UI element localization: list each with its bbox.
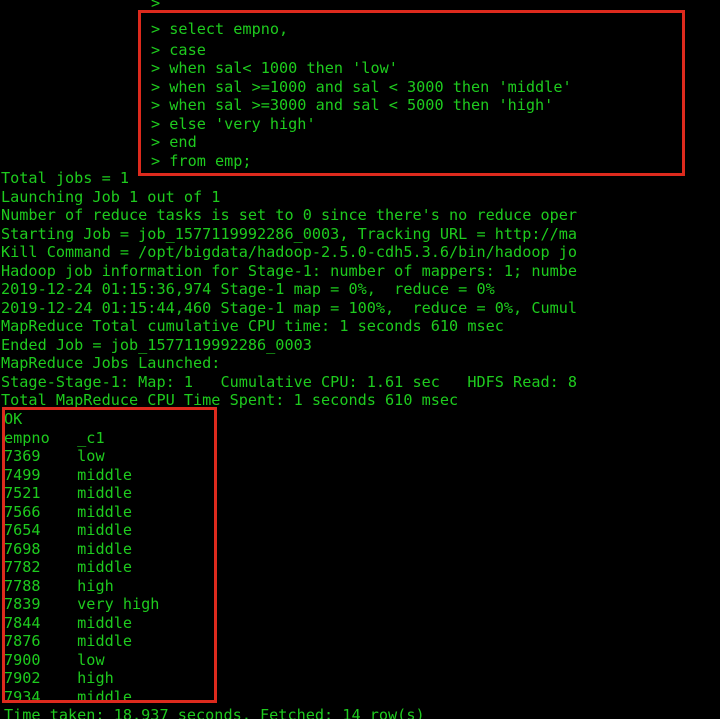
sql-line-end: > end <box>151 133 197 151</box>
result-status-ok: OK <box>4 410 23 428</box>
cell-empno: 7902 <box>4 669 41 687</box>
cell-c1: very high <box>77 595 160 613</box>
cell-empno: 7782 <box>4 558 41 576</box>
result-column-header-empno: empno <box>4 429 50 447</box>
cell-gap <box>41 558 78 576</box>
terminal-window[interactable]: > > select empno, > case > when sal< 100… <box>0 0 720 719</box>
table-row: 7788 high <box>4 577 114 596</box>
sql-line-else: > else 'very high' <box>151 115 316 133</box>
result-header-row: empno _c1 <box>4 429 105 448</box>
log-line-cumulative-cpu: MapReduce Total cumulative CPU time: 1 s… <box>1 317 504 335</box>
cell-gap <box>41 540 78 558</box>
cell-c1: middle <box>77 632 133 650</box>
header-column-gap <box>50 429 77 447</box>
cell-empno: 7934 <box>4 688 41 706</box>
cell-gap <box>41 595 78 613</box>
cell-c1: high <box>77 669 114 687</box>
cell-empno: 7698 <box>4 540 41 558</box>
sql-line-when-middle: > when sal >=1000 and sal < 3000 then 'm… <box>151 78 572 96</box>
result-column-header-c1: _c1 <box>77 429 105 447</box>
cell-empno: 7900 <box>4 651 41 669</box>
log-line-jobs-launched: MapReduce Jobs Launched: <box>1 354 221 372</box>
cell-c1: middle <box>77 614 133 632</box>
cell-empno: 7499 <box>4 466 41 484</box>
log-line-ended-job: Ended Job = job_1577119992286_0003 <box>1 336 312 354</box>
cell-empno: 7369 <box>4 447 41 465</box>
cell-c1: middle <box>77 521 133 539</box>
cell-c1: middle <box>77 466 133 484</box>
sql-line-when-low: > when sal< 1000 then 'low' <box>151 59 398 77</box>
cell-gap <box>41 521 78 539</box>
table-row: 7698 middle <box>4 540 132 559</box>
table-row: 7934 middle <box>4 688 132 707</box>
cell-empno: 7839 <box>4 595 41 613</box>
table-row: 7900 low <box>4 651 105 670</box>
cell-c1: middle <box>77 688 133 706</box>
cell-c1: middle <box>77 540 133 558</box>
cell-gap <box>41 669 78 687</box>
cell-empno: 7788 <box>4 577 41 595</box>
cell-empno: 7654 <box>4 521 41 539</box>
table-row: 7782 middle <box>4 558 132 577</box>
log-line-reduce-tasks: Number of reduce tasks is set to 0 since… <box>1 206 578 224</box>
table-row: 7521 middle <box>4 484 132 503</box>
sql-line-when-high: > when sal >=3000 and sal < 5000 then 'h… <box>151 96 554 114</box>
cell-gap <box>41 632 78 650</box>
cell-gap <box>41 484 78 502</box>
cell-empno: 7521 <box>4 484 41 502</box>
table-row: 7566 middle <box>4 503 132 522</box>
table-row: 7839 very high <box>4 595 159 614</box>
log-line-progress-0: 2019-12-24 01:15:36,974 Stage-1 map = 0%… <box>1 280 495 298</box>
table-row: 7654 middle <box>4 521 132 540</box>
cell-empno: 7844 <box>4 614 41 632</box>
table-row: 7844 middle <box>4 614 132 633</box>
cell-gap <box>41 503 78 521</box>
log-line-progress-100: 2019-12-24 01:15:44,460 Stage-1 map = 10… <box>1 299 578 317</box>
cell-gap <box>41 447 78 465</box>
cell-gap <box>41 577 78 595</box>
cell-empno: 7876 <box>4 632 41 650</box>
table-row: 7499 middle <box>4 466 132 485</box>
sql-line-from: > from emp; <box>151 152 252 170</box>
cell-gap <box>41 651 78 669</box>
table-row: 7369 low <box>4 447 105 466</box>
table-row: 7902 high <box>4 669 114 688</box>
cell-gap <box>41 466 78 484</box>
log-line-total-jobs: Total jobs = 1 <box>1 169 130 187</box>
log-line-kill-command: Kill Command = /opt/bigdata/hadoop-2.5.0… <box>1 243 578 261</box>
sql-line-select: > select empno, <box>151 20 289 38</box>
table-row: 7876 middle <box>4 632 132 651</box>
cell-c1: middle <box>77 558 133 576</box>
sql-prompt-partial: > <box>151 0 161 12</box>
cell-c1: low <box>77 447 105 465</box>
cell-c1: middle <box>77 503 133 521</box>
cell-c1: high <box>77 577 114 595</box>
result-footer-timing: Time taken: 18.937 seconds, Fetched: 14 … <box>4 706 425 719</box>
cell-gap <box>41 614 78 632</box>
log-line-launching-job: Launching Job 1 out of 1 <box>1 188 221 206</box>
sql-line-case: > case <box>151 41 206 59</box>
log-line-starting-job: Starting Job = job_1577119992286_0003, T… <box>1 225 578 243</box>
cell-c1: low <box>77 651 105 669</box>
cell-gap <box>41 688 78 706</box>
log-line-job-information: Hadoop job information for Stage-1: numb… <box>1 262 578 280</box>
cell-empno: 7566 <box>4 503 41 521</box>
log-line-total-cpu-time: Total MapReduce CPU Time Spent: 1 second… <box>1 391 459 409</box>
log-line-stage-summary: Stage-Stage-1: Map: 1 Cumulative CPU: 1.… <box>1 373 578 391</box>
cell-c1: middle <box>77 484 133 502</box>
